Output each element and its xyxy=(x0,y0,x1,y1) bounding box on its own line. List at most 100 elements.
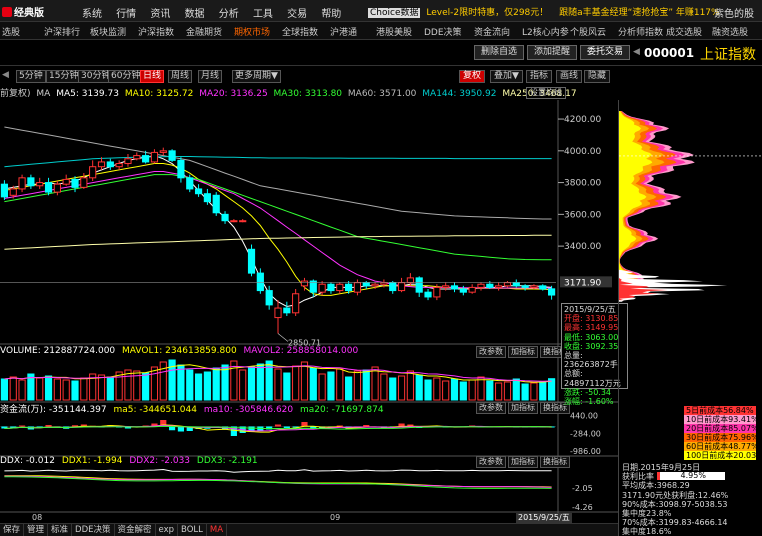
ddx-legend-value: DDX: -0.012 xyxy=(0,456,55,466)
volume-add-indicator-button[interactable]: 加指标 xyxy=(508,346,538,358)
ddx-edit-params-button[interactable]: 改参数 xyxy=(476,456,506,468)
nav-item[interactable]: 港股美股 xyxy=(376,25,412,38)
cost-stat-row: 平均成本:3968.29 xyxy=(622,481,690,491)
volume-bar xyxy=(345,376,353,401)
kline-chart[interactable]: 4200.00 4000.00 3800.00 3600.00 3400.00 3171.… xyxy=(0,100,618,513)
cost-legend-item: 20日前成本85.07% xyxy=(684,424,756,433)
period-button[interactable]: 日线 xyxy=(140,70,165,83)
menu-analysis[interactable]: 分析 xyxy=(219,5,239,20)
menu-help[interactable]: 帮助 xyxy=(321,5,341,20)
nav-item[interactable]: 融资选股 xyxy=(712,25,748,38)
nav-item[interactable]: 金融期货 xyxy=(186,25,222,38)
volume-bar xyxy=(406,370,414,401)
candle-body xyxy=(71,178,79,188)
delete-watchlist-button[interactable]: 删除自选 xyxy=(474,45,525,60)
nav-item[interactable]: 个股风云 xyxy=(570,25,606,38)
volume-bar xyxy=(62,379,70,401)
volume-bar xyxy=(53,378,61,401)
nav-item[interactable]: 沪深指数 xyxy=(138,25,174,38)
expand-arrow-icon[interactable]: ◀ xyxy=(633,47,640,57)
bottom-tab[interactable]: 资金解密 xyxy=(115,524,156,536)
volume-bar xyxy=(239,369,247,401)
volume-bar xyxy=(18,379,26,401)
candle-body xyxy=(424,291,432,298)
nav-item[interactable]: L2核心内参 xyxy=(522,25,569,38)
volume-bar xyxy=(539,381,547,401)
fund-tick-label: 440.00 xyxy=(570,412,598,421)
nav-item[interactable]: 成交选股 xyxy=(666,25,702,38)
info-row: 涨幅: -1.60% xyxy=(564,397,614,407)
menu-tools[interactable]: 工具 xyxy=(253,5,273,20)
nav-item[interactable]: 沪深排行 xyxy=(44,25,80,38)
chart-tool-button[interactable]: 画线 xyxy=(556,70,583,83)
chart-tool-button[interactable]: 复权 xyxy=(459,70,486,83)
ddx-add-indicator-button[interactable]: 加指标 xyxy=(508,456,538,468)
bottom-tab[interactable]: exp xyxy=(156,524,179,536)
volume-edit-params-button[interactable]: 改参数 xyxy=(476,346,506,358)
volume-bar xyxy=(397,375,406,401)
period-button[interactable]: 15分钟 xyxy=(46,70,82,83)
menu-news[interactable]: 资讯 xyxy=(150,5,170,20)
ticker-choice[interactable]: Choice数据 xyxy=(368,8,421,18)
fund-edit-params-button[interactable]: 改参数 xyxy=(476,402,506,414)
info-row: 总额: 24897112万元 xyxy=(564,369,621,388)
chart-tool-button[interactable]: 隐藏 xyxy=(584,70,611,83)
ddx-switch-indicator-button[interactable]: 换指标 xyxy=(540,456,570,468)
period-button[interactable]: 周线 xyxy=(168,70,193,83)
bottom-tab[interactable]: BOLL xyxy=(178,524,207,536)
ma-label: MA xyxy=(36,89,51,99)
nav-item[interactable]: 分析师指数 xyxy=(618,25,663,38)
nav-item[interactable]: 全球指数 xyxy=(282,25,318,38)
period-arrow-icon[interactable]: ◀ xyxy=(2,70,9,80)
bottom-tab[interactable]: 保存 xyxy=(0,524,25,536)
menu-quotes[interactable]: 行情 xyxy=(116,5,136,20)
nav-item[interactable]: 期权市场 xyxy=(234,25,270,38)
menu-system[interactable]: 系统 xyxy=(82,5,102,20)
price-tick-label: 4000.00 xyxy=(564,147,601,157)
period-button[interactable]: 5分钟 xyxy=(16,70,46,83)
profit-ratio-value: 4.95% xyxy=(680,471,706,481)
app-logo[interactable]: 经典版 xyxy=(2,4,44,19)
candle-body xyxy=(239,220,247,223)
volume-bar xyxy=(380,373,388,401)
nav-item[interactable]: 沪港通 xyxy=(330,25,357,38)
volume-bar xyxy=(150,366,159,401)
bottom-tab[interactable]: MA xyxy=(207,524,228,536)
price-tick-label: 3800.00 xyxy=(564,179,601,189)
bottom-tab[interactable]: 标准 xyxy=(48,524,73,536)
nav-item[interactable]: 资金流向 xyxy=(474,25,510,38)
nav-item[interactable]: DDE决策 xyxy=(424,25,462,38)
candle-body xyxy=(274,307,282,319)
candle-body xyxy=(186,177,194,190)
candle-body xyxy=(97,161,106,168)
bottom-tab[interactable]: 管理 xyxy=(24,524,49,536)
bottom-tab[interactable]: DDE决策 xyxy=(72,524,115,536)
cost-legend-item: 30日前成本75.96% xyxy=(684,433,756,442)
fund-add-indicator-button[interactable]: 加指标 xyxy=(508,402,538,414)
volume-bar xyxy=(212,367,220,401)
candle-body xyxy=(0,183,9,198)
candle-body xyxy=(124,158,132,165)
place-order-button[interactable]: 委托交易 xyxy=(580,45,631,60)
candle-body xyxy=(106,161,114,168)
volume-bar xyxy=(71,380,79,401)
chart-tool-button[interactable]: 指标 xyxy=(526,70,553,83)
candle-body xyxy=(53,183,61,193)
candle-body xyxy=(283,307,291,314)
ticker-item-1[interactable]: Level-2限时特惠，仅298元！ xyxy=(426,8,548,18)
ticker-item-2[interactable]: 跟随a丰基金经理“速抢抢宝” 年赚117% xyxy=(559,8,719,18)
nav-item[interactable]: 板块监测 xyxy=(90,25,126,38)
period-button[interactable]: 60分钟 xyxy=(108,70,144,83)
volume-bar xyxy=(486,380,494,401)
fund-flow-bar xyxy=(177,426,185,432)
chart-tool-button[interactable]: 叠加▼ xyxy=(490,70,523,83)
period-button[interactable]: 更多周期▼ xyxy=(232,70,281,83)
add-alert-button[interactable]: 添加提醒 xyxy=(527,45,578,60)
set-ma-button[interactable]: 设置均线 xyxy=(526,87,566,99)
period-button[interactable]: 月线 xyxy=(198,70,223,83)
news-ticker[interactable]: Choice数据 Level-2限时特惠，仅298元！ 跟随a丰基金经理“速抢抢… xyxy=(368,5,720,18)
nav-item[interactable]: 选股 xyxy=(2,25,20,38)
menu-data[interactable]: 数据 xyxy=(185,5,205,20)
menu-trade[interactable]: 交易 xyxy=(287,5,307,20)
volume-indicator-buttons: 改参数 加指标 换指标 xyxy=(474,346,570,358)
